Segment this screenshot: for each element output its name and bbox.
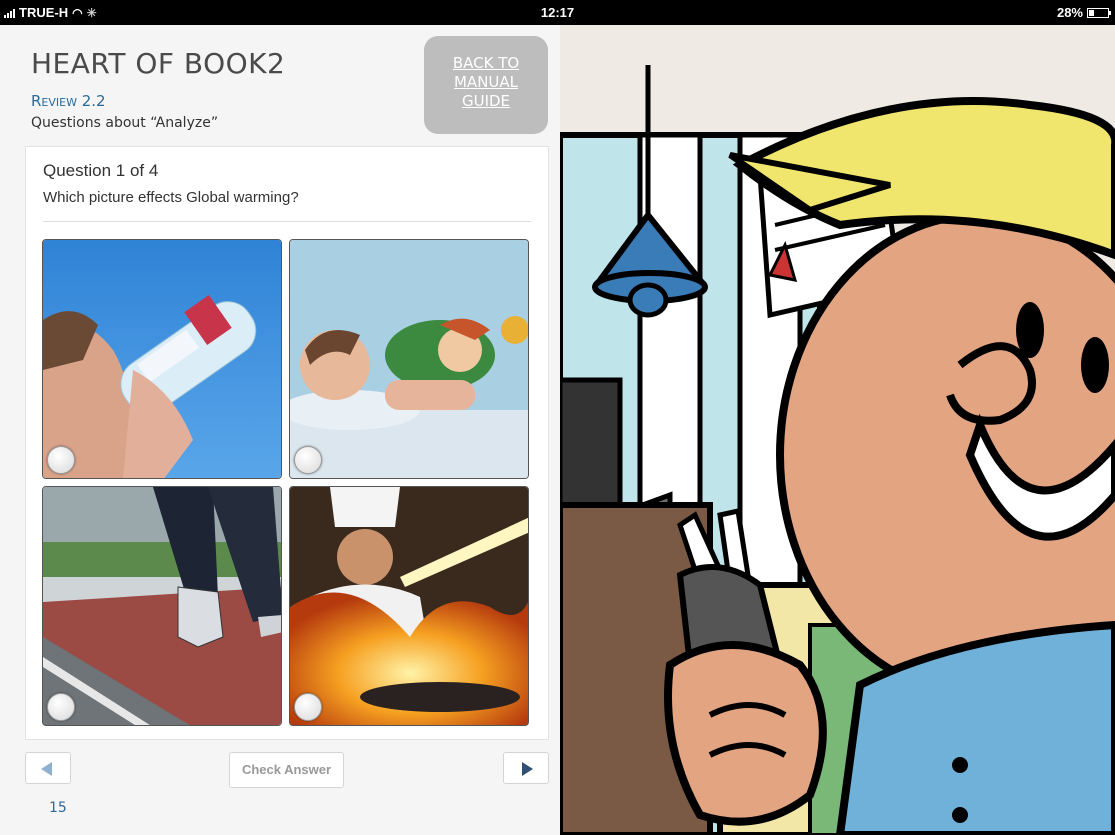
page-number: 15 (49, 800, 67, 816)
quiz-page: HEART OF BOOK2 Review 2.2 Questions abou… (0, 25, 560, 835)
answer-option-sleeping-child[interactable] (289, 239, 529, 479)
book-title: HEART OF BOOK2 (31, 47, 286, 80)
option-radio-3[interactable] (47, 693, 75, 721)
answer-option-drinking-water[interactable] (42, 239, 282, 479)
answer-option-jogging[interactable] (42, 486, 282, 726)
option-radio-2[interactable] (294, 446, 322, 474)
check-answer-button[interactable]: Check Answer (229, 752, 344, 788)
battery-percent: 28% (1056, 5, 1083, 20)
back-button-line-2: MANUAL (453, 73, 519, 91)
option-radio-1[interactable] (47, 446, 75, 474)
section-label: Review 2.2 (31, 92, 106, 110)
battery-level (1089, 9, 1094, 16)
cartoon-character-illustration (560, 25, 1115, 835)
chef-cooking-fire-photo (290, 487, 528, 725)
cartoon-illustration (560, 25, 1115, 835)
option-radio-4[interactable] (294, 693, 322, 721)
clock: 12:17 (540, 5, 575, 20)
triangle-left-icon (41, 762, 52, 776)
jogging-photo (43, 487, 281, 725)
question-text: Which picture effects Global warming? (43, 189, 299, 206)
divider (43, 221, 531, 222)
section-subtitle: Questions about “Analyze” (31, 115, 219, 131)
back-button-line-1: BACK TO (452, 54, 520, 72)
next-question-button[interactable] (503, 752, 549, 784)
drinking-water-photo (43, 240, 281, 478)
back-to-manual-guide-button[interactable]: BACK TO MANUAL GUIDE (424, 36, 548, 134)
previous-question-button[interactable] (25, 752, 71, 784)
status-bar: TRUE-H ◠ ✳ 12:17 28% (0, 0, 1115, 25)
question-card: Question 1 of 4 Which picture effects Gl… (25, 146, 549, 740)
triangle-right-icon (522, 762, 533, 776)
back-button-line-3: GUIDE (461, 92, 511, 110)
answer-option-chef-cooking[interactable] (289, 486, 529, 726)
question-count: Question 1 of 4 (43, 161, 159, 180)
sleeping-child-photo (290, 240, 528, 478)
battery-icon (1087, 7, 1111, 18)
